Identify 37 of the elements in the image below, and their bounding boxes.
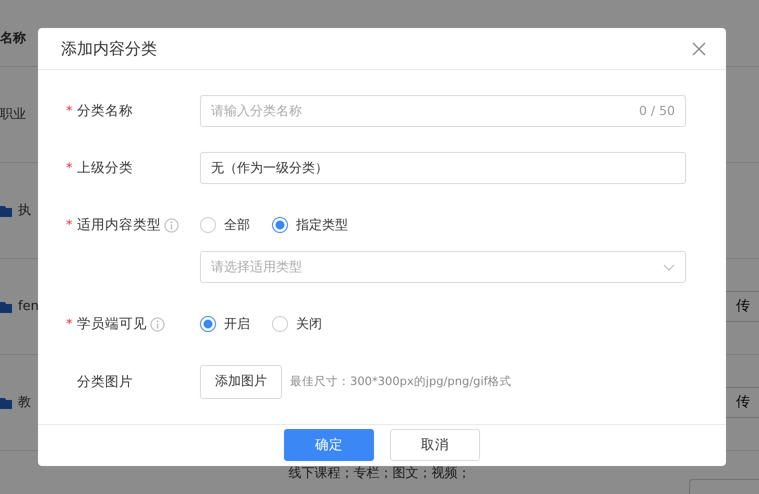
required-mark: *	[66, 216, 74, 234]
required-mark: *	[66, 160, 74, 178]
row-text: 线下课程；专栏；图文；视频；	[288, 464, 470, 482]
hint-text: 最佳尺寸：300*300px的jpg/png/gif格式	[290, 373, 512, 390]
parent-select[interactable]: 无（作为一级分类）	[200, 152, 686, 184]
required-mark: *	[66, 316, 74, 334]
radio-label: 指定类型	[296, 216, 348, 234]
column-header: 名称	[0, 30, 26, 48]
radio-button[interactable]	[200, 217, 216, 234]
radio-label: 全部	[224, 216, 250, 234]
row-text: 职业	[0, 106, 26, 124]
radio-button[interactable]	[200, 316, 216, 332]
char-counter: 0 / 50	[638, 102, 675, 120]
row-text: 执	[18, 202, 31, 220]
radio-button[interactable]	[272, 316, 288, 332]
folder-icon	[0, 300, 12, 312]
cancel-button[interactable]: 取消	[390, 429, 480, 462]
dialog-title: 添加内容分类	[61, 38, 157, 60]
row-text: fen	[18, 298, 39, 316]
field-label: 分类图片	[77, 372, 133, 392]
add-image-button[interactable]: 添加图片	[200, 365, 282, 399]
radio-label: 开启	[224, 316, 250, 334]
field-label: 上级分类	[77, 159, 133, 178]
placeholder-text: 请输入分类名称	[211, 102, 302, 120]
required-mark: *	[66, 102, 74, 120]
confirm-button[interactable]: 确定	[284, 429, 374, 462]
radio-button[interactable]	[272, 217, 288, 234]
radio-label: 关闭	[296, 316, 322, 334]
field-label: 适用内容类型	[77, 216, 161, 236]
placeholder-text: 请选择适用类型	[211, 258, 302, 276]
field-label: 分类名称	[77, 102, 133, 122]
field-label: 学员端可见	[77, 315, 147, 334]
row-text: 教	[18, 394, 31, 412]
close-icon[interactable]	[692, 42, 706, 56]
folder-icon	[0, 396, 12, 408]
chevron-down-icon	[663, 264, 675, 271]
folder-icon	[0, 204, 12, 216]
